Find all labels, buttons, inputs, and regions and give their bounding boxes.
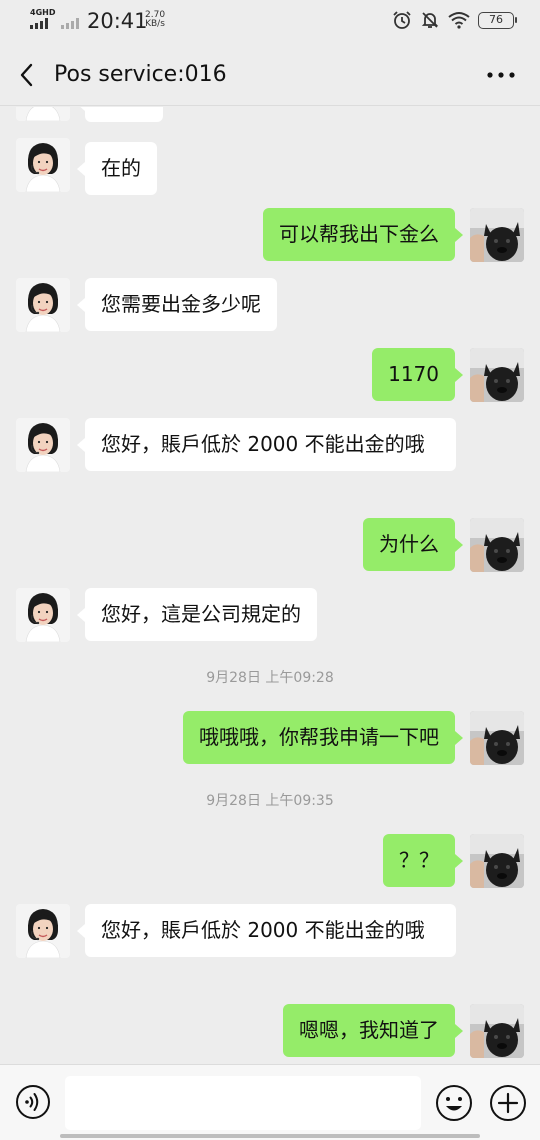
agent-avatar[interactable]: [16, 904, 70, 958]
user-avatar[interactable]: [470, 711, 524, 765]
agent-avatar[interactable]: [16, 138, 70, 192]
message-bubble-outgoing[interactable]: ？？: [383, 834, 463, 887]
network-type: 4GHD: [30, 8, 56, 17]
signal-icon-secondary: [61, 18, 79, 29]
voice-icon[interactable]: [15, 1084, 51, 1120]
message-bubble-outgoing[interactable]: 可以帮我出下金么: [263, 208, 463, 261]
message-bubble-incoming[interactable]: 您好，賬戶低於 2000 不能出金的哦: [77, 904, 456, 957]
message-bubble-incoming[interactable]: 您好，這是公司規定的: [77, 588, 317, 641]
message-timestamp: 9月28日 上午09:28: [206, 670, 334, 686]
mute-icon: [421, 12, 439, 28]
user-avatar[interactable]: [470, 834, 524, 888]
message-bubble-incoming[interactable]: 在的: [77, 142, 157, 195]
message-input[interactable]: [65, 1076, 421, 1130]
wifi-icon: [448, 12, 470, 29]
plus-icon[interactable]: [489, 1084, 527, 1122]
user-avatar[interactable]: [470, 1004, 524, 1058]
chevron-left-icon[interactable]: [14, 60, 42, 90]
agent-avatar[interactable]: [16, 418, 70, 472]
message-bubble-outgoing[interactable]: 哦哦哦，你帮我申请一下吧: [183, 711, 463, 764]
user-avatar[interactable]: [470, 348, 524, 402]
signal-icon: [30, 18, 48, 29]
message-bubble-outgoing[interactable]: 为什么: [363, 518, 463, 571]
message-bubble-incoming[interactable]: 您好，賬戶低於 2000 不能出金的哦: [77, 418, 456, 471]
message-timestamp: 9月28日 上午09:35: [206, 793, 334, 809]
emoji-icon[interactable]: [435, 1084, 473, 1122]
message-bubble-incoming[interactable]: 您需要出金多少呢: [77, 278, 277, 331]
agent-avatar[interactable]: [16, 107, 70, 121]
agent-avatar[interactable]: [16, 278, 70, 332]
user-avatar[interactable]: [470, 208, 524, 262]
status-bar: 4GHD 20:41 2.70 KB/s 76: [0, 0, 540, 44]
message-bubble-outgoing[interactable]: 嗯嗯，我知道了: [283, 1004, 463, 1057]
agent-avatar[interactable]: [16, 588, 70, 642]
home-indicator: [60, 1134, 480, 1138]
alarm-icon: [393, 11, 411, 29]
speed-unit: KB/s: [145, 19, 165, 29]
battery-icon: 76: [478, 11, 517, 29]
chat-messages[interactable]: 在的 可以帮我出下金么 您需要出金多少呢 1170 您好，賬戶低於 2000 不…: [0, 107, 540, 1064]
status-time: 20:41: [87, 9, 148, 33]
message-bubble-partial[interactable]: [77, 107, 163, 122]
message-bubble-outgoing[interactable]: 1170: [372, 348, 463, 401]
chat-header: Pos service:016: [0, 44, 540, 106]
chat-title: Pos service:016: [54, 62, 227, 87]
user-avatar[interactable]: [470, 518, 524, 572]
network-speed: 2.70 KB/s: [145, 11, 165, 29]
message-input-bar: [0, 1064, 540, 1140]
more-horizontal-icon[interactable]: [484, 60, 518, 90]
